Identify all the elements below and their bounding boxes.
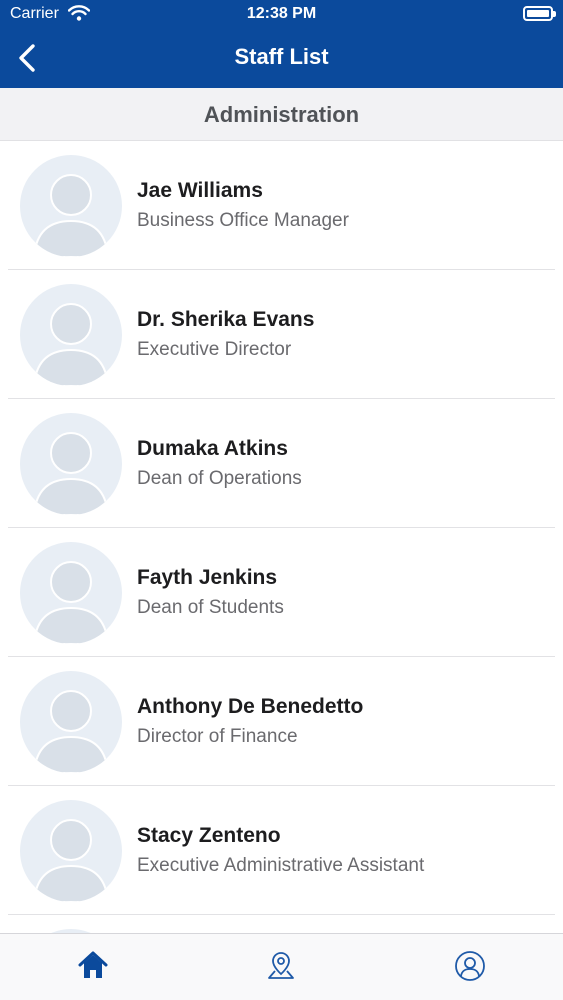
list-item[interactable]: Fayth Jenkins Dean of Students xyxy=(0,528,563,657)
battery-icon xyxy=(523,6,556,21)
staff-name: Dumaka Atkins xyxy=(137,437,288,460)
staff-role: Executive Director xyxy=(137,339,292,360)
nav-bar: Staff List xyxy=(0,30,563,88)
staff-list: Jae Williams Business Office Manager Dr.… xyxy=(0,141,563,1000)
staff-role: Business Office Manager xyxy=(137,210,349,231)
list-item[interactable]: Dumaka Atkins Dean of Operations xyxy=(0,399,563,528)
status-bar: Carrier 12:38 PM xyxy=(0,0,563,30)
tab-bar xyxy=(0,933,563,1000)
tab-map[interactable] xyxy=(251,934,311,1000)
list-item[interactable]: Anthony De Benedetto Director of Finance xyxy=(0,657,563,786)
section-title: Administration xyxy=(203,102,360,127)
map-pin-icon xyxy=(268,952,294,979)
person-placeholder-icon xyxy=(32,690,110,773)
avatar xyxy=(20,155,122,257)
list-item[interactable]: Stacy Zenteno Executive Administrative A… xyxy=(0,786,563,915)
staff-name: Dr. Sherika Evans xyxy=(137,308,315,331)
staff-name: Jae Williams xyxy=(137,179,263,202)
avatar xyxy=(20,671,122,773)
staff-role: Executive Administrative Assistant xyxy=(137,855,425,876)
avatar xyxy=(20,542,122,644)
person-placeholder-icon xyxy=(32,819,110,902)
top-bar: Carrier 12:38 PM Staff List xyxy=(0,0,563,88)
tab-profile[interactable] xyxy=(439,934,499,1000)
section-header: Administration xyxy=(0,88,563,141)
staff-role: Dean of Operations xyxy=(137,468,302,489)
status-time: 12:38 PM xyxy=(246,5,317,22)
staff-name: Fayth Jenkins xyxy=(137,566,278,589)
home-icon xyxy=(78,951,108,978)
profile-icon xyxy=(455,951,485,981)
staff-name: Anthony De Benedetto xyxy=(137,695,364,718)
person-placeholder-icon xyxy=(32,432,110,515)
staff-name: Stacy Zenteno xyxy=(137,824,281,847)
avatar xyxy=(20,413,122,515)
staff-role: Dean of Students xyxy=(137,597,284,618)
avatar xyxy=(20,284,122,386)
tab-home[interactable] xyxy=(63,934,123,1000)
person-placeholder-icon xyxy=(32,303,110,386)
person-placeholder-icon xyxy=(32,174,110,257)
list-item[interactable]: Dr. Sherika Evans Executive Director xyxy=(0,270,563,399)
staff-role: Director of Finance xyxy=(137,726,298,747)
avatar xyxy=(20,800,122,902)
person-placeholder-icon xyxy=(32,561,110,644)
page-title: Staff List xyxy=(234,44,329,69)
list-item[interactable]: Jae Williams Business Office Manager xyxy=(0,141,563,270)
